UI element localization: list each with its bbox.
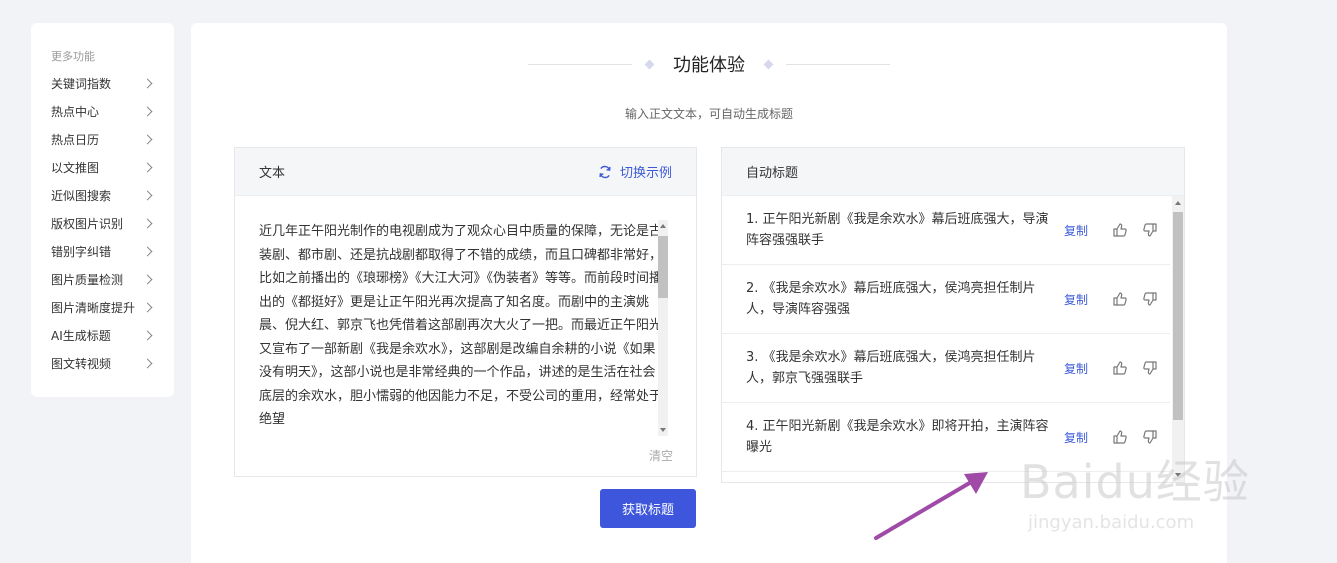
thumbs-up-icon[interactable] [1112,360,1128,376]
chevron-right-icon [142,358,153,368]
result-title-text: 1. 正午阳光新剧《我是余欢水》幕后班底强大，导演阵容强强联手 [746,212,1049,248]
refresh-icon [599,165,611,178]
sidebar-item[interactable]: 错别字纠错 [31,237,174,265]
thumbs-down-icon[interactable] [1142,429,1158,445]
result-actions: 复制 [1064,222,1158,239]
page-title-row: 功能体验 [191,51,1227,77]
sidebar-item-label: 错别字纠错 [51,244,112,259]
sidebar-item[interactable]: 关键词指数 [31,69,174,97]
sidebar-title: 更多功能 [51,50,95,63]
thumbs-down-icon[interactable] [1142,222,1158,238]
sidebar-item[interactable]: AI生成标题 [31,321,174,349]
result-title-text: 3. 《我是余欢水》幕后班底强大，侯鸿亮担任制片人，郭京飞强强联手 [746,350,1036,386]
result-item: 1. 正午阳光新剧《我是余欢水》幕后班底强大，导演阵容强强联手 复制 [722,196,1170,265]
baidu-watermark: Baidu经验 jingyan.baidu.com [1020,446,1320,546]
result-list: 1. 正午阳光新剧《我是余欢水》幕后班底强大，导演阵容强强联手 复制 2. 《我是余… [722,196,1170,482]
article-text-area[interactable]: 近几年正午阳光制作的电视剧成为了观众心目中质量的保障，无论是古装剧、都市剧、还是… [259,220,663,432]
result-scrollbar[interactable] [1170,196,1184,482]
chevron-right-icon [142,330,153,340]
sidebar-item-label: 图文转视频 [51,356,112,371]
sidebar-item-label: AI生成标题 [51,328,111,343]
watermark-logo: Baidu经验 [1020,455,1250,509]
copy-button[interactable]: 复制 [1064,222,1088,239]
copy-button[interactable]: 复制 [1064,360,1088,377]
title-divider-left [528,63,632,65]
sidebar-item[interactable]: 热点日历 [31,125,174,153]
sidebar-item-label: 图片质量检测 [51,272,124,287]
chevron-right-icon [142,106,153,116]
thumbs-up-icon[interactable] [1112,222,1128,238]
text-input-panel: 文本 切换示例 近几年正午阳光制作的电视剧成为了观众心目中质量的保障，无论是古装… [234,147,697,477]
title-divider-right [786,63,890,65]
scrollbar-thumb[interactable] [658,236,668,298]
result-title-text: 2. 《我是余欢水》幕后班底强大，侯鸿亮担任制片人，导演阵容强强 [746,281,1036,317]
thumbs-up-icon[interactable] [1112,429,1128,445]
watermark-url: jingyan.baidu.com [1028,512,1195,533]
chevron-right-icon [142,162,153,172]
sidebar-item[interactable]: 近似图搜索 [31,181,174,209]
sidebar-item-label: 近似图搜索 [51,188,112,203]
sidebar: 更多功能 关键词指数热点中心热点日历以文推图近似图搜索版权图片识别 错别字纠错图片… [31,23,174,397]
result-panel-title: 自动标题 [746,166,799,181]
copy-button[interactable]: 复制 [1064,291,1088,308]
scrollbar-thumb[interactable] [1173,212,1183,420]
sidebar-item-label: 热点日历 [51,132,100,147]
auto-title-panel: 自动标题 1. 正午阳光新剧《我是余欢水》幕后班底强大，导演阵容强强联手 复制 2.… [721,147,1185,483]
result-actions: 复制 [1064,429,1158,446]
diamond-icon [644,59,655,69]
diamond-icon [763,59,774,69]
text-panel-header: 文本 切换示例 [235,148,696,196]
result-actions: 复制 [1064,291,1158,308]
switch-example-button[interactable]: 切换示例 [598,162,672,181]
sidebar-item-label: 图片清晰度提升 [51,300,136,315]
result-title-text: 4. 正午阳光新剧《我是余欢水》即将开拍，主演阵容曝光 [746,419,1049,455]
sidebar-item-label: 版权图片识别 [51,216,124,231]
chevron-right-icon [142,134,153,144]
sidebar-item[interactable]: 图片质量检测 [31,265,174,293]
scroll-up-arrow-icon[interactable] [1175,201,1181,205]
text-scrollbar[interactable] [656,220,668,436]
scroll-up-arrow-icon[interactable] [660,224,666,228]
sidebar-item[interactable]: 图文转视频 [31,349,174,377]
chevron-right-icon [142,218,153,228]
sidebar-item[interactable]: 以文推图 [31,153,174,181]
chevron-right-icon [142,78,153,88]
page-title: 功能体验 [673,55,745,76]
chevron-right-icon [142,302,153,312]
annotation-arrow-icon [874,472,988,540]
chevron-right-icon [142,274,153,284]
sidebar-item[interactable]: 版权图片识别 [31,209,174,237]
chevron-right-icon [142,246,153,256]
thumbs-down-icon[interactable] [1142,291,1158,307]
copy-button[interactable]: 复制 [1064,429,1088,446]
sidebar-item[interactable]: 图片清晰度提升 [31,293,174,321]
page-subtitle: 输入正文文本，可自动生成标题 [624,107,793,121]
scroll-down-arrow-icon[interactable] [660,428,666,432]
text-panel-title: 文本 [259,166,286,181]
result-actions: 复制 [1064,360,1158,377]
switch-example-label: 切换示例 [619,166,672,181]
result-panel-header: 自动标题 [722,148,1184,196]
sidebar-item[interactable]: 热点中心 [31,97,174,125]
thumbs-down-icon[interactable] [1142,360,1158,376]
thumbs-up-icon[interactable] [1112,291,1128,307]
result-item: 3. 《我是余欢水》幕后班底强大，侯鸿亮担任制片人，郭京飞强强联手 复制 [722,334,1170,403]
sidebar-item-label: 关键词指数 [51,76,112,91]
clear-button[interactable]: 清空 [649,447,673,464]
chevron-right-icon [142,190,153,200]
sidebar-item-label: 以文推图 [51,160,100,175]
result-item: 2. 《我是余欢水》幕后班底强大，侯鸿亮担任制片人，导演阵容强强 复制 [722,265,1170,334]
sidebar-item-label: 热点中心 [51,104,100,119]
get-title-button[interactable]: 获取标题 [600,489,696,528]
